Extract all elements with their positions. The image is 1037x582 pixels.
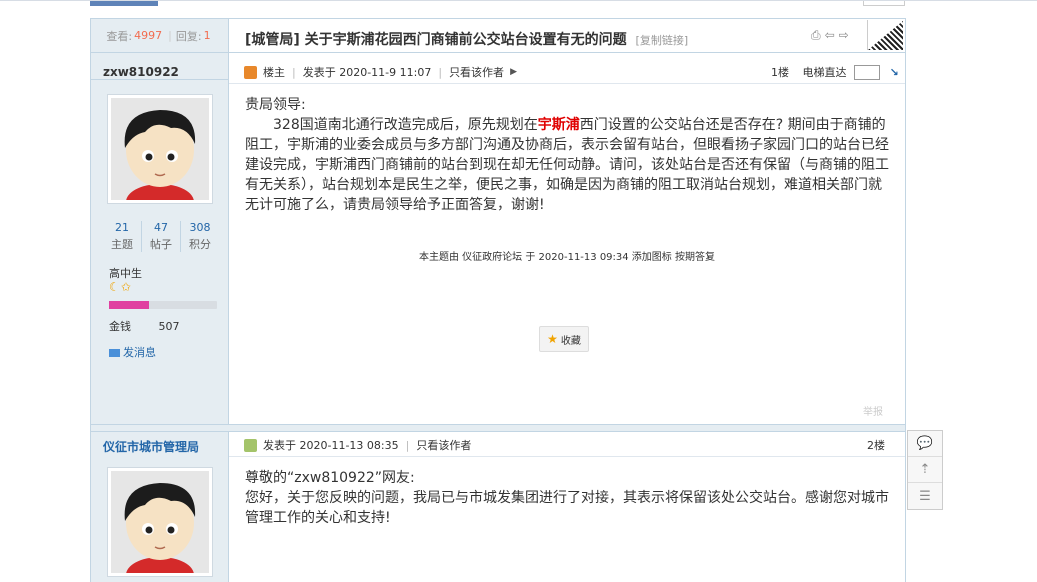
thread-container: 查看: 4997 | 回复: 1 zxw810922 21 主题 47 帖子 3… [90, 18, 906, 582]
thread-starter-icon [244, 65, 257, 79]
rank-stars-icon: ☾✩ [109, 280, 132, 294]
envelope-icon [109, 349, 120, 357]
post1-floor: 1楼 电梯直达 ↘ [771, 64, 899, 80]
divider: | [292, 65, 296, 79]
elevator-go-icon[interactable]: ↘ [890, 66, 899, 79]
stat-value: 21 [115, 221, 129, 234]
user-stats: 21 主题 47 帖子 308 积分 [103, 221, 219, 252]
print-icon[interactable]: ⎙ [811, 28, 821, 43]
send-message-label: 发消息 [123, 346, 156, 359]
comment-icon[interactable]: 💬 [908, 431, 942, 457]
stat-value: 308 [189, 221, 211, 234]
user-money: 金钱 507 [109, 318, 180, 334]
divider: | [168, 29, 172, 42]
star-icon: ★ [547, 332, 558, 346]
floating-toolbar: 💬 ⇡ ☰ [907, 430, 943, 510]
views-count: 4997 [134, 29, 163, 42]
avatar[interactable] [107, 94, 213, 204]
only-author-link[interactable]: 只看该作者 [449, 64, 504, 80]
copy-link[interactable]: [复制链接] [636, 34, 689, 47]
post1-content: 贵局领导: 328国道南北通行改造完成后，原先规划在宇斯浦西门设置的公交站台还是… [245, 95, 895, 215]
stat-value: 47 [154, 221, 168, 234]
money-value: 507 [158, 320, 180, 333]
divider: | [438, 65, 443, 79]
meta-divider [229, 456, 905, 457]
post2-date: 发表于 2020-11-13 08:35 [263, 439, 399, 452]
post1-keyword[interactable]: 宇斯浦 [538, 117, 580, 133]
thread-title-bar: [城管局] 关于宇斯浦花园西门商铺前公交站台设置有无的问题 [复制链接] ⎙ ⇦… [229, 19, 905, 53]
post1-date: 发表于 2020-11-9 11:07 [302, 66, 432, 79]
thread-category[interactable]: [城管局] [245, 32, 300, 48]
post2-content: 尊敬的“zxw810922”网友: 您好，关于您反映的问题，我局已与市城发集团进… [245, 468, 895, 528]
user-rank: 高中生 [109, 267, 142, 280]
only-author-link[interactable]: 只看该作者 [416, 437, 471, 453]
stat-threads[interactable]: 21 主题 [103, 221, 142, 252]
qr-fold [868, 20, 904, 50]
floor-number: 1楼 [771, 66, 789, 79]
replies-label: 回复: [175, 29, 202, 43]
post-separator [91, 424, 905, 432]
qr-code-icon[interactable] [867, 20, 904, 50]
stat-label: 主题 [111, 238, 133, 251]
view-reply-counter: 查看: 4997 | 回复: 1 [91, 19, 228, 53]
post1-author-name[interactable]: zxw810922 [103, 65, 179, 79]
rank-progress-fill [109, 301, 149, 309]
author-divider [91, 79, 228, 80]
post2-meta: 发表于 2020-11-13 08:35 | 只看该作者 [244, 437, 471, 453]
post2-body: 您好，关于您反映的问题，我局已与市城发集团进行了对接，其表示将保留该处公交站台。… [245, 490, 889, 526]
send-message-link[interactable]: 发消息 [109, 344, 156, 360]
views-label: 查看: [106, 29, 133, 43]
floor-number: 2楼 [867, 439, 885, 452]
report-link[interactable]: 举报 [863, 403, 883, 418]
post1-meta: 楼主 | 发表于 2020-11-9 11:07 | 只看该作者 ▶ [244, 64, 517, 80]
elevator-label: 电梯直达 [802, 66, 847, 79]
post2-floor: 2楼 [867, 437, 885, 453]
post-icon [244, 438, 257, 452]
post2-author-name[interactable]: 仪征市城市管理局 [103, 438, 199, 455]
top-nav-strip [0, 0, 1037, 6]
title-tools: ⎙ ⇦ ⇨ [811, 28, 849, 43]
meta-divider [229, 83, 905, 84]
nav-right-stub [863, 1, 905, 6]
thread-title-text: 关于宇斯浦花园西门商铺前公交站台设置有无的问题 [304, 32, 627, 48]
post1-body: 328国道南北通行改造完成后，原先规划在宇斯浦西门设置的公交站台还是否存在? 期… [245, 115, 895, 215]
money-label: 金钱 [109, 320, 131, 333]
thread-title: [城管局] 关于宇斯浦花园西门商铺前公交站台设置有无的问题 [复制链接] [245, 29, 688, 49]
stat-label: 积分 [189, 238, 211, 251]
post2-greeting: 尊敬的“zxw810922”网友: [245, 470, 415, 486]
divider: | [405, 438, 410, 452]
thread-starter-label: 楼主 [263, 66, 285, 79]
next-thread-icon[interactable]: ⇨ [839, 28, 849, 43]
favorite-button[interactable]: ★ 收藏 [539, 326, 589, 352]
nav-tab-stub[interactable] [90, 1, 158, 6]
favorite-label: 收藏 [560, 335, 581, 347]
elevator-input[interactable] [854, 65, 880, 80]
rank-progress-bar [109, 301, 217, 309]
stat-posts[interactable]: 47 帖子 [142, 221, 181, 252]
stat-label: 帖子 [150, 238, 172, 251]
list-icon[interactable]: ☰ [908, 483, 942, 509]
post1-greeting: 贵局领导: [245, 97, 306, 113]
back-to-top-icon[interactable]: ⇡ [908, 457, 942, 483]
prev-thread-icon[interactable]: ⇦ [825, 28, 835, 43]
stat-points[interactable]: 308 积分 [181, 221, 219, 252]
moderation-notice: 本主题由 仪征政府论坛 于 2020-11-13 09:34 添加图标 按期答复 [418, 252, 715, 263]
avatar[interactable] [107, 467, 213, 577]
replies-count: 1 [203, 29, 211, 42]
arrow-right-icon: ▶ [510, 67, 517, 77]
post1-body-pre: 328国道南北通行改造完成后，原先规划在 [273, 117, 538, 133]
page: 查看: 4997 | 回复: 1 zxw810922 21 主题 47 帖子 3… [0, 0, 1037, 582]
avatar-illustration [111, 471, 209, 573]
avatar-illustration [111, 98, 209, 200]
